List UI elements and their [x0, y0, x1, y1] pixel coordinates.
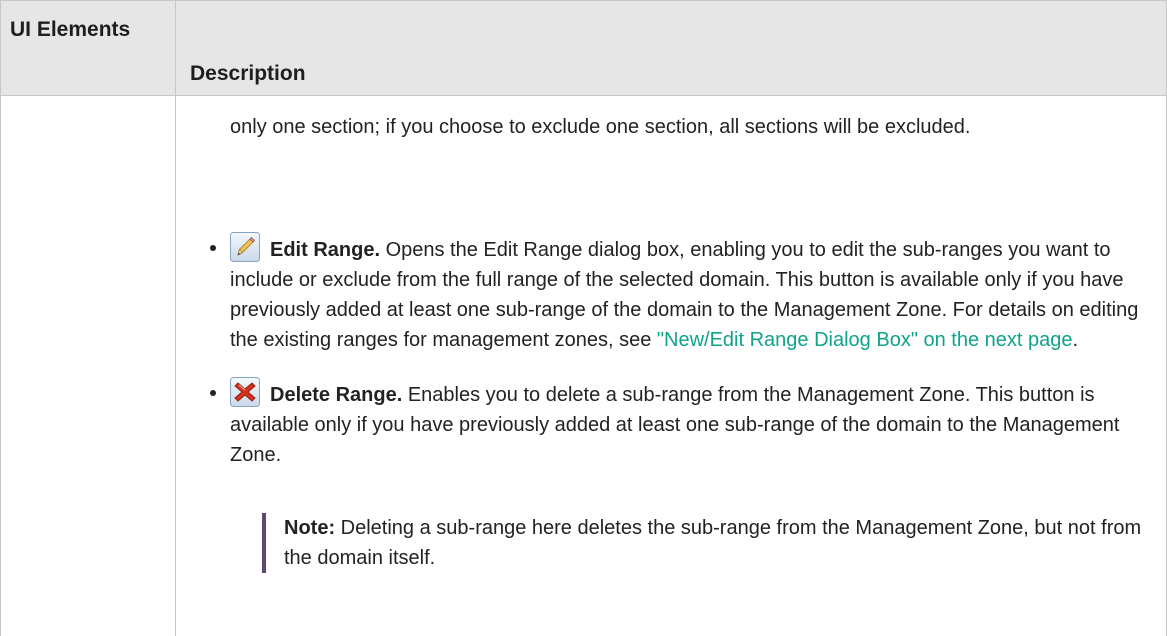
header-description: Description	[190, 62, 306, 85]
note-label: Note:	[284, 517, 336, 539]
bullet-dot	[210, 390, 216, 396]
list-item-edit-range: Edit Range. Opens the Edit Range dialog …	[210, 232, 1140, 355]
edit-range-period: .	[1072, 329, 1079, 351]
bullet-dot	[210, 245, 216, 251]
column-divider	[175, 0, 176, 636]
table-left-border	[0, 0, 1, 636]
ui-elements-table: UI Elements Description only one section…	[0, 0, 1167, 636]
header-ui-elements: UI Elements	[10, 18, 131, 41]
edit-range-term: Edit Range.	[270, 239, 381, 261]
delete-range-term: Delete Range.	[270, 384, 403, 406]
red-x-delete-icon	[230, 377, 260, 407]
note-text: Deleting a sub-range here deletes the su…	[284, 517, 1142, 569]
button-list: Edit Range. Opens the Edit Range dialog …	[210, 232, 1140, 492]
description-continuation: only one section; if you choose to exclu…	[230, 116, 971, 138]
list-item-delete-range: Delete Range. Enables you to delete a su…	[210, 377, 1140, 470]
pencil-edit-icon	[230, 232, 260, 262]
note-box: Note: Deleting a sub-range here deletes …	[262, 513, 1144, 573]
new-edit-range-link[interactable]: "New/Edit Range Dialog Box" on the next …	[657, 329, 1073, 351]
